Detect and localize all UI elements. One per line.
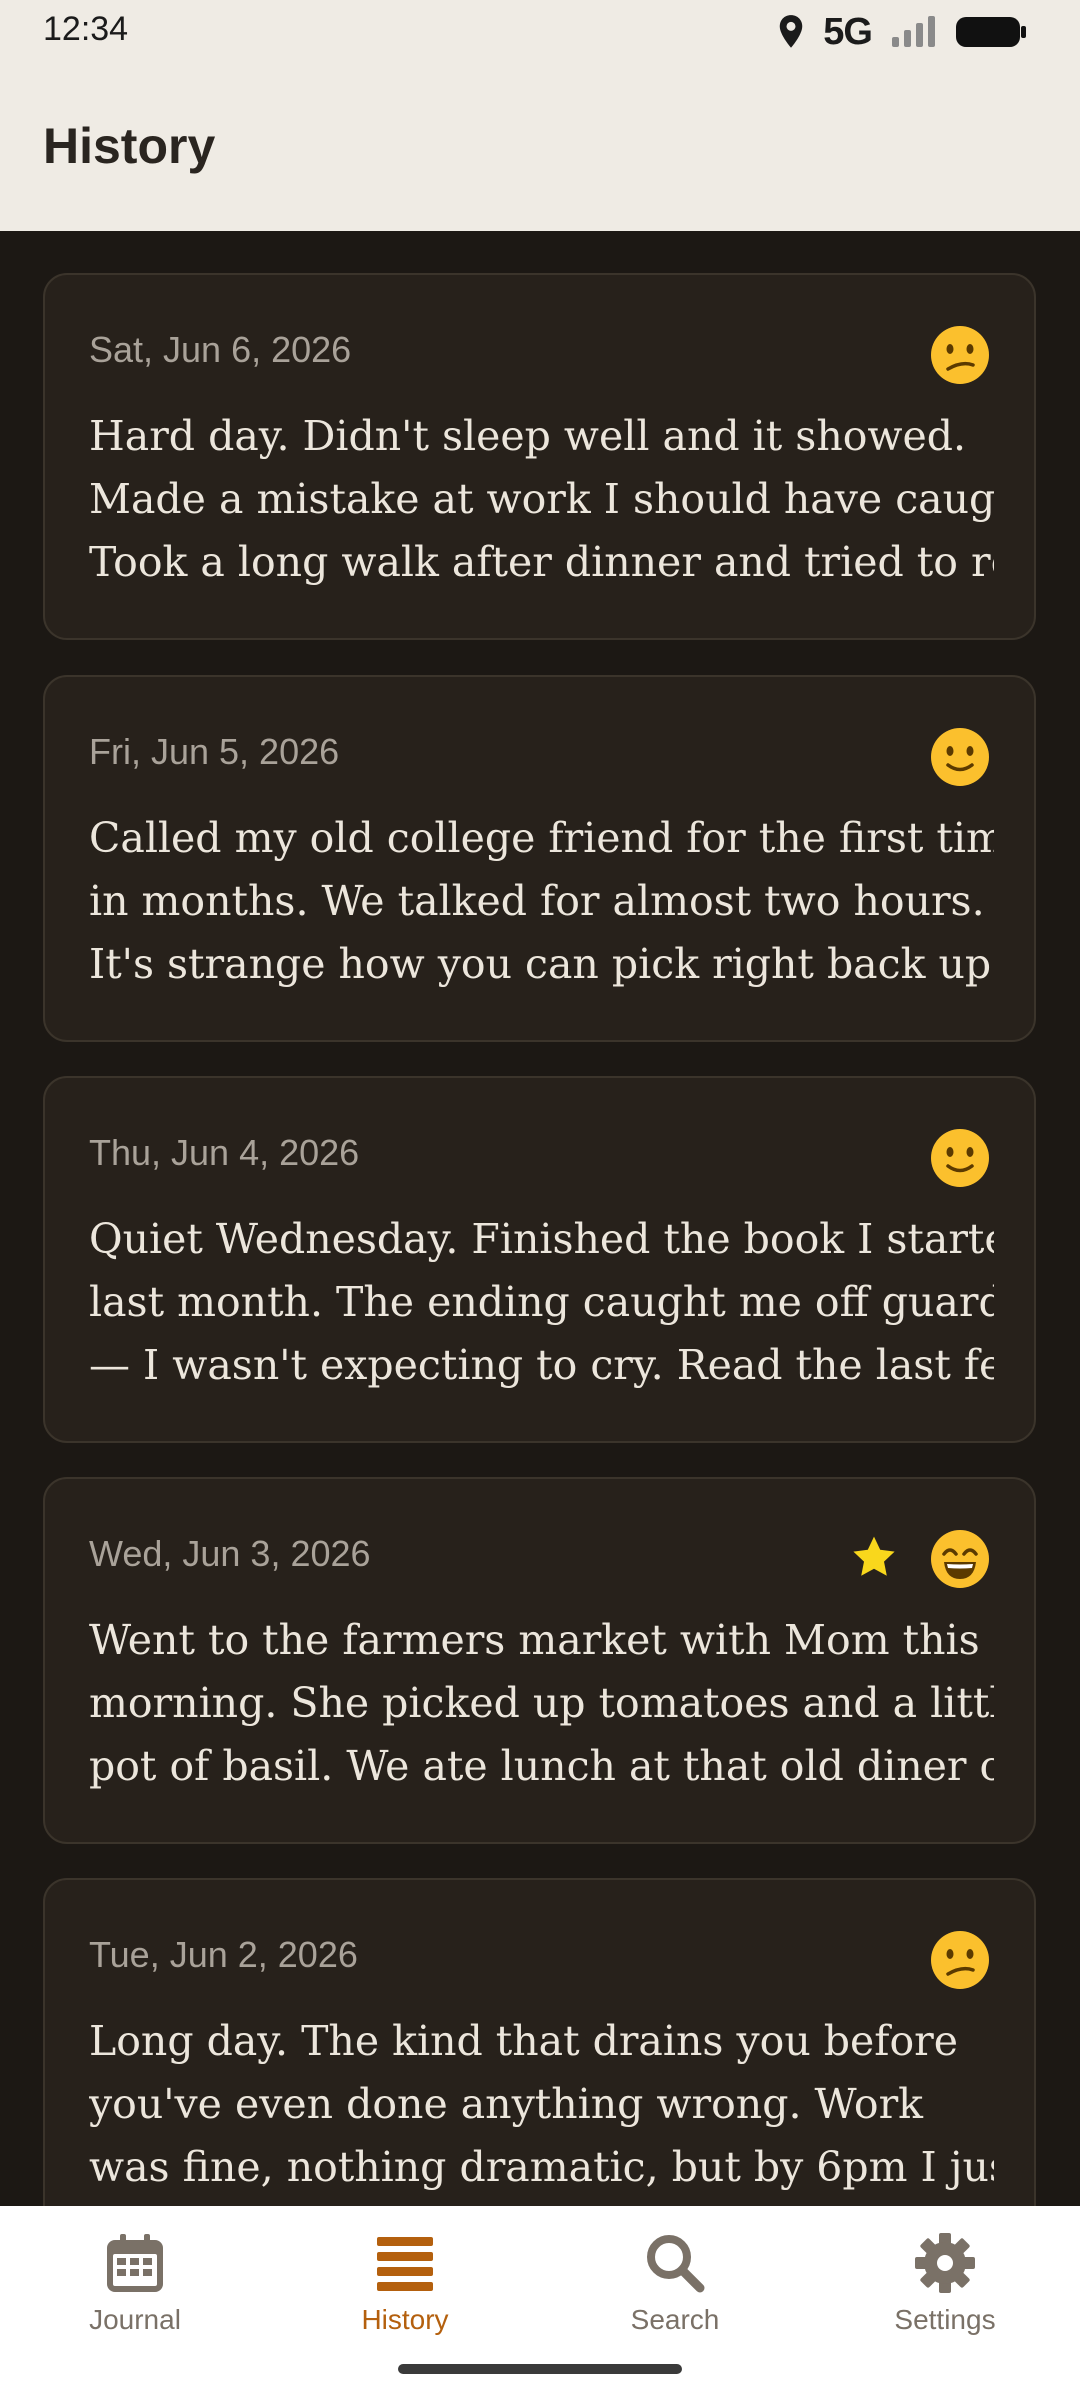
nav-history[interactable]: History (305, 2230, 505, 2340)
nav-label: Settings (894, 2304, 996, 2335)
entry-date: Thu, Jun 4, 2026 (89, 1132, 360, 1173)
entry-card[interactable]: Fri, Jun 5, 2026 Called my old college f… (43, 675, 1036, 1042)
grinning-face-icon (931, 1530, 989, 1588)
confused-face-icon (931, 326, 989, 384)
status-bar: 12:34 5G (0, 0, 1080, 62)
entry-date: Tue, Jun 2, 2026 (89, 1934, 358, 1975)
nav-label: History (361, 2304, 449, 2335)
entry-preview: Hard day. Didn't sleep well and it showe… (89, 412, 994, 586)
app-header: History (0, 62, 1080, 231)
entry-preview: Went to the farmers market with Mom this… (89, 1616, 994, 1790)
battery-icon (956, 17, 1026, 47)
nav-label: Search (630, 2304, 720, 2335)
entry-date: Sat, Jun 6, 2026 (89, 329, 352, 370)
status-icons: 5G (777, 10, 1028, 54)
nav-search[interactable]: Search (575, 2230, 775, 2340)
entry-date: Wed, Jun 3, 2026 (89, 1533, 371, 1574)
nav-journal[interactable]: Journal (35, 2230, 235, 2340)
bottom-nav: Journal History Search Settings (0, 2206, 1080, 2400)
confused-face-icon (931, 1931, 989, 1989)
list-icon (377, 2237, 433, 2291)
slightly-smiling-face-icon (931, 1129, 989, 1187)
entry-card[interactable]: Sat, Jun 6, 2026 Hard day. Didn't sleep … (43, 273, 1036, 640)
entry-preview: Long day. The kind that drains you befor… (89, 2017, 994, 2191)
entry-card[interactable]: Thu, Jun 4, 2026 Quiet Wednesday. Finish… (43, 1076, 1036, 1443)
gear-icon (915, 2233, 975, 2293)
nav-label: Journal (89, 2304, 181, 2335)
entry-card[interactable]: Wed, Jun 3, 2026 Went to the farmers mar… (43, 1477, 1036, 1844)
nav-settings[interactable]: Settings (845, 2230, 1045, 2340)
location-icon (780, 15, 803, 48)
search-icon (647, 2235, 705, 2293)
signal-icon (892, 16, 935, 47)
entry-preview: Quiet Wednesday. Finished the book I sta… (89, 1215, 994, 1389)
calendar-icon (107, 2234, 163, 2292)
status-time: 12:34 (43, 10, 129, 48)
entry-card[interactable]: Tue, Jun 2, 2026 Long day. The kind that… (43, 1878, 1036, 2206)
entry-date: Fri, Jun 5, 2026 (89, 731, 340, 772)
network-type: 5G (823, 10, 873, 53)
page-title: History (43, 118, 216, 174)
entry-list[interactable]: Sat, Jun 6, 2026 Hard day. Didn't sleep … (0, 231, 1080, 2206)
star-icon[interactable] (850, 1533, 898, 1581)
slightly-smiling-face-icon (931, 728, 989, 786)
home-indicator[interactable] (398, 2364, 682, 2374)
entry-preview: Called my old college friend for the fir… (89, 814, 994, 988)
